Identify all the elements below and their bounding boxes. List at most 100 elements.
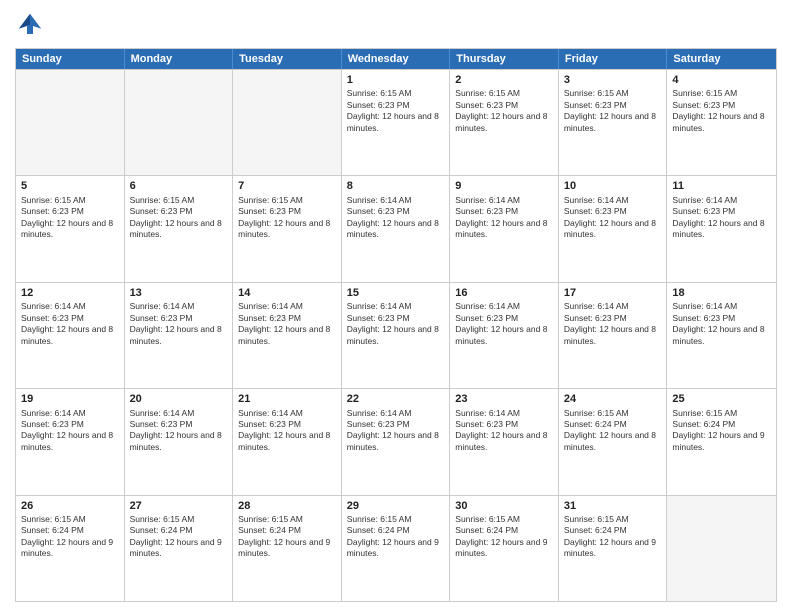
day-number: 4 — [672, 73, 771, 87]
calendar-header: SundayMondayTuesdayWednesdayThursdayFrid… — [16, 49, 776, 69]
day-header-tuesday: Tuesday — [233, 49, 342, 69]
calendar: SundayMondayTuesdayWednesdayThursdayFrid… — [15, 48, 777, 602]
calendar-cell: 27Sunrise: 6:15 AM Sunset: 6:24 PM Dayli… — [125, 496, 234, 601]
cell-info: Sunrise: 6:15 AM Sunset: 6:24 PM Dayligh… — [564, 408, 662, 454]
calendar-cell: 22 Sunrise: 6:14 AM Sunset: 6:23 PM Dayli… — [342, 389, 451, 494]
calendar-cell: 8 Sunrise: 6:14 AM Sunset: 6:23 PM Daylig… — [342, 176, 451, 281]
cell-info: Sunrise: 6:14 AM Sunset: 6:23 PM Dayligh… — [672, 195, 771, 241]
cell-info: Sunrise: 6:15 AM Sunset: 6:23 PM Dayligh… — [21, 195, 119, 241]
calendar-cell — [125, 70, 234, 175]
calendar-cell: 19Sunrise: 6:14 AM Sunset: 6:23 PM Dayli… — [16, 389, 125, 494]
cell-info: Sunrise: 6:15 AM Sunset: 6:23 PM Dayligh… — [130, 195, 228, 241]
cell-info: Sunrise: 6:14 AM Sunset: 6:23 PM Dayligh… — [130, 408, 228, 454]
day-number: 28 — [238, 499, 336, 513]
calendar-cell: 30Sunrise: 6:15 AM Sunset: 6:24 PM Dayli… — [450, 496, 559, 601]
day-header-saturday: Saturday — [667, 49, 776, 69]
day-number: 25 — [672, 392, 771, 406]
logo — [15, 10, 49, 40]
day-number: 22 — [347, 392, 445, 406]
day-number: 31 — [564, 499, 662, 513]
cell-info: Sunrise: 6:15 AM Sunset: 6:23 PM Dayligh… — [347, 88, 445, 134]
day-header-thursday: Thursday — [450, 49, 559, 69]
calendar-row-1: 1Sunrise: 6:15 AM Sunset: 6:23 PM Daylig… — [16, 69, 776, 175]
cell-info: Sunrise: 6:15 AM Sunset: 6:23 PM Dayligh… — [672, 88, 771, 134]
calendar-cell — [233, 70, 342, 175]
header — [15, 10, 777, 40]
cell-info: Sunrise: 6:14 AM Sunset: 6:23 PM Dayligh… — [238, 408, 336, 454]
cell-info: Sunrise: 6:15 AM Sunset: 6:23 PM Dayligh… — [564, 88, 662, 134]
day-number: 15 — [347, 286, 445, 300]
calendar-cell: 20 Sunrise: 6:14 AM Sunset: 6:23 PM Dayli… — [125, 389, 234, 494]
calendar-cell: 16Sunrise: 6:14 AM Sunset: 6:23 PM Dayli… — [450, 283, 559, 388]
cell-info: Sunrise: 6:14 AM Sunset: 6:23 PM Dayligh… — [347, 195, 445, 241]
calendar-cell: 28Sunrise: 6:15 AM Sunset: 6:24 PM Dayli… — [233, 496, 342, 601]
cell-info: Sunrise: 6:14 AM Sunset: 6:23 PM Dayligh… — [564, 301, 662, 347]
day-header-sunday: Sunday — [16, 49, 125, 69]
cell-info: Sunrise: 6:15 AM Sunset: 6:23 PM Dayligh… — [238, 195, 336, 241]
day-number: 16 — [455, 286, 553, 300]
calendar-cell: 9 Sunrise: 6:14 AM Sunset: 6:23 PM Daylig… — [450, 176, 559, 281]
calendar-cell — [667, 496, 776, 601]
cell-info: Sunrise: 6:15 AM Sunset: 6:24 PM Dayligh… — [21, 514, 119, 560]
calendar-cell: 29Sunrise: 6:15 AM Sunset: 6:24 PM Dayli… — [342, 496, 451, 601]
cell-info: Sunrise: 6:14 AM Sunset: 6:23 PM Dayligh… — [347, 301, 445, 347]
calendar-cell: 23 Sunrise: 6:14 AM Sunset: 6:23 PM Dayli… — [450, 389, 559, 494]
day-number: 30 — [455, 499, 553, 513]
cell-info: Sunrise: 6:15 AM Sunset: 6:24 PM Dayligh… — [130, 514, 228, 560]
day-number: 27 — [130, 499, 228, 513]
calendar-cell: 6Sunrise: 6:15 AM Sunset: 6:23 PM Daylig… — [125, 176, 234, 281]
day-header-wednesday: Wednesday — [342, 49, 451, 69]
calendar-cell: 14Sunrise: 6:14 AM Sunset: 6:23 PM Dayli… — [233, 283, 342, 388]
cell-info: Sunrise: 6:15 AM Sunset: 6:24 PM Dayligh… — [238, 514, 336, 560]
day-number: 17 — [564, 286, 662, 300]
day-number: 5 — [21, 179, 119, 193]
cell-info: Sunrise: 6:14 AM Sunset: 6:23 PM Dayligh… — [455, 301, 553, 347]
day-number: 2 — [455, 73, 553, 87]
cell-info: Sunrise: 6:14 AM Sunset: 6:23 PM Dayligh… — [672, 301, 771, 347]
logo-icon — [15, 10, 45, 40]
cell-info: Sunrise: 6:14 AM Sunset: 6:23 PM Dayligh… — [455, 408, 553, 454]
day-header-friday: Friday — [559, 49, 668, 69]
cell-info: Sunrise: 6:15 AM Sunset: 6:24 PM Dayligh… — [347, 514, 445, 560]
cell-info: Sunrise: 6:14 AM Sunset: 6:23 PM Dayligh… — [238, 301, 336, 347]
day-number: 24 — [564, 392, 662, 406]
day-number: 3 — [564, 73, 662, 87]
day-number: 26 — [21, 499, 119, 513]
calendar-body: 1Sunrise: 6:15 AM Sunset: 6:23 PM Daylig… — [16, 69, 776, 601]
day-number: 10 — [564, 179, 662, 193]
day-number: 8 — [347, 179, 445, 193]
calendar-row-3: 12 Sunrise: 6:14 AM Sunset: 6:23 PM Dayli… — [16, 282, 776, 388]
cell-info: Sunrise: 6:14 AM Sunset: 6:23 PM Dayligh… — [564, 195, 662, 241]
day-number: 1 — [347, 73, 445, 87]
page: SundayMondayTuesdayWednesdayThursdayFrid… — [0, 0, 792, 612]
cell-info: Sunrise: 6:15 AM Sunset: 6:23 PM Dayligh… — [455, 88, 553, 134]
day-number: 29 — [347, 499, 445, 513]
day-number: 11 — [672, 179, 771, 193]
day-number: 13 — [130, 286, 228, 300]
calendar-cell: 13Sunrise: 6:14 AM Sunset: 6:23 PM Dayli… — [125, 283, 234, 388]
calendar-cell: 24 Sunrise: 6:15 AM Sunset: 6:24 PM Dayli… — [559, 389, 668, 494]
calendar-cell: 17Sunrise: 6:14 AM Sunset: 6:23 PM Dayli… — [559, 283, 668, 388]
calendar-cell: 31Sunrise: 6:15 AM Sunset: 6:24 PM Dayli… — [559, 496, 668, 601]
calendar-cell: 25Sunrise: 6:15 AM Sunset: 6:24 PM Dayli… — [667, 389, 776, 494]
day-number: 23 — [455, 392, 553, 406]
calendar-cell: 18Sunrise: 6:14 AM Sunset: 6:23 PM Dayli… — [667, 283, 776, 388]
day-number: 21 — [238, 392, 336, 406]
calendar-cell: 15Sunrise: 6:14 AM Sunset: 6:23 PM Dayli… — [342, 283, 451, 388]
day-number: 12 — [21, 286, 119, 300]
calendar-row-5: 26Sunrise: 6:15 AM Sunset: 6:24 PM Dayli… — [16, 495, 776, 601]
cell-info: Sunrise: 6:14 AM Sunset: 6:23 PM Dayligh… — [130, 301, 228, 347]
cell-info: Sunrise: 6:14 AM Sunset: 6:23 PM Dayligh… — [347, 408, 445, 454]
day-number: 9 — [455, 179, 553, 193]
day-number: 14 — [238, 286, 336, 300]
cell-info: Sunrise: 6:14 AM Sunset: 6:23 PM Dayligh… — [21, 408, 119, 454]
cell-info: Sunrise: 6:14 AM Sunset: 6:23 PM Dayligh… — [455, 195, 553, 241]
cell-info: Sunrise: 6:15 AM Sunset: 6:24 PM Dayligh… — [564, 514, 662, 560]
calendar-cell: 2Sunrise: 6:15 AM Sunset: 6:23 PM Daylig… — [450, 70, 559, 175]
day-number: 20 — [130, 392, 228, 406]
calendar-cell: 4Sunrise: 6:15 AM Sunset: 6:23 PM Daylig… — [667, 70, 776, 175]
calendar-cell: 21 Sunrise: 6:14 AM Sunset: 6:23 PM Dayli… — [233, 389, 342, 494]
calendar-cell: 1Sunrise: 6:15 AM Sunset: 6:23 PM Daylig… — [342, 70, 451, 175]
cell-info: Sunrise: 6:15 AM Sunset: 6:24 PM Dayligh… — [455, 514, 553, 560]
calendar-cell: 5 Sunrise: 6:15 AM Sunset: 6:23 PM Daylig… — [16, 176, 125, 281]
